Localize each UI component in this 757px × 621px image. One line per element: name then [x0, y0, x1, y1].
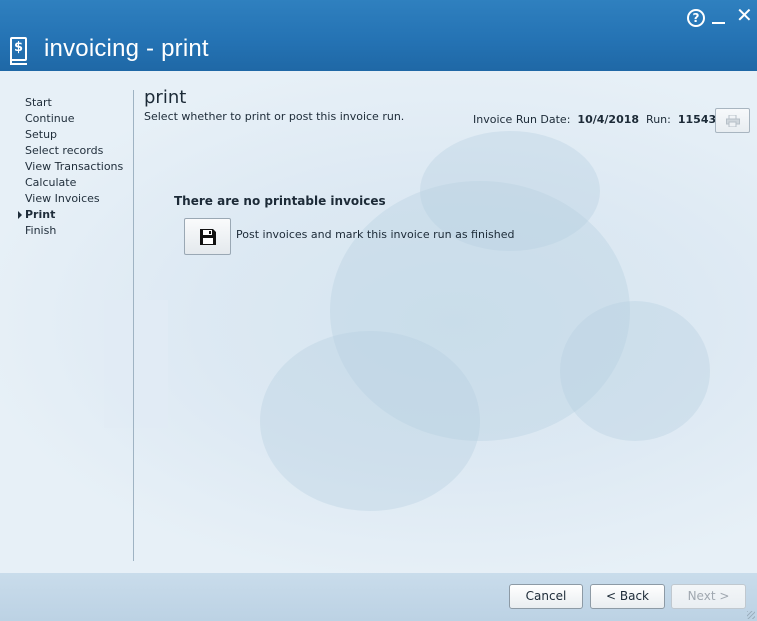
background-splash [260, 331, 480, 511]
step-view-transactions[interactable]: View Transactions [0, 159, 133, 175]
next-button[interactable]: Next > [671, 584, 746, 609]
post-invoices-button[interactable] [184, 218, 231, 255]
step-label: Finish [25, 224, 57, 237]
window-title: invoicing - print [44, 35, 209, 62]
step-label: Calculate [25, 176, 77, 189]
step-label: Select records [25, 144, 104, 157]
close-button[interactable]: ✕ [736, 5, 753, 25]
main-content: Start Continue Setup Select records View… [0, 71, 757, 573]
step-label: View Transactions [25, 160, 124, 173]
wizard-steps: Start Continue Setup Select records View… [0, 95, 133, 239]
run-number-value: 11543 [677, 113, 717, 126]
step-label: Setup [25, 128, 58, 141]
printer-icon [726, 115, 740, 127]
background-splash [560, 301, 710, 441]
run-label: Run: [646, 113, 671, 126]
footer-bar: Cancel < Back Next > [0, 573, 757, 621]
step-continue[interactable]: Continue [0, 111, 133, 127]
step-start[interactable]: Start [0, 95, 133, 111]
step-calculate[interactable]: Calculate [0, 175, 133, 191]
help-icon[interactable]: ? [687, 9, 705, 27]
invoice-icon: $ [10, 37, 27, 65]
run-info: Invoice Run Date: 10/4/2018 Run: 11543 [473, 113, 716, 126]
run-date-label: Invoice Run Date: [473, 113, 571, 126]
step-label: Start [25, 96, 52, 109]
background-panel [104, 300, 168, 428]
current-step-arrow-icon [18, 211, 22, 219]
step-finish[interactable]: Finish [0, 223, 133, 239]
post-invoices-label: Post invoices and mark this invoice run … [236, 228, 515, 241]
resize-grip-icon[interactable] [747, 611, 755, 619]
step-view-invoices[interactable]: View Invoices [0, 191, 133, 207]
step-label: Continue [25, 112, 75, 125]
nav-divider [133, 90, 134, 561]
floppy-disk-icon [200, 229, 216, 245]
title-bar: $ invoicing - print ? ✕ [0, 0, 757, 71]
step-label: View Invoices [25, 192, 100, 205]
run-date-value: 10/4/2018 [577, 113, 640, 126]
cancel-button[interactable]: Cancel [509, 584, 583, 609]
step-print[interactable]: Print [0, 207, 133, 223]
step-setup[interactable]: Setup [0, 127, 133, 143]
step-select-records[interactable]: Select records [0, 143, 133, 159]
step-label: Print [25, 208, 56, 221]
page-title: print [144, 87, 187, 108]
no-printable-message: There are no printable invoices [174, 194, 386, 208]
page-subtitle: Select whether to print or post this inv… [144, 110, 405, 123]
print-button[interactable] [715, 108, 750, 133]
back-button[interactable]: < Back [590, 584, 665, 609]
